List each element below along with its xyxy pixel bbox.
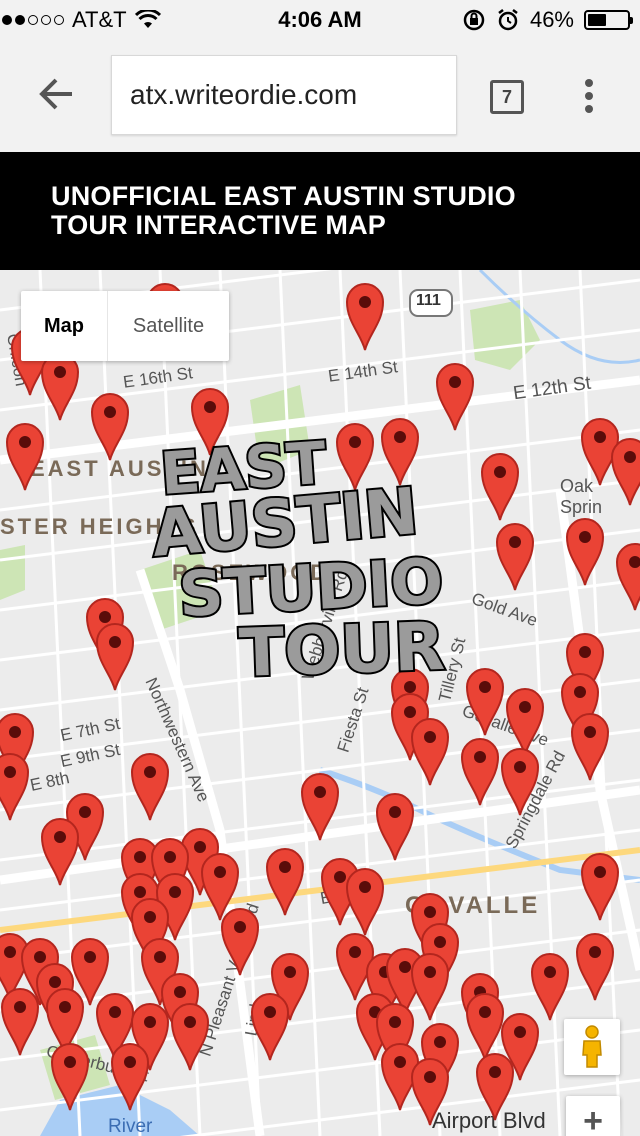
map-marker[interactable] xyxy=(505,688,545,756)
browser-toolbar: atx.writeordie.com 7 xyxy=(0,40,640,152)
map-marker[interactable] xyxy=(40,353,80,421)
map-marker[interactable] xyxy=(265,848,305,916)
site-header: UNOFFICIAL EAST AUSTIN STUDIO TOUR INTER… xyxy=(0,152,640,270)
battery-percent: 46% xyxy=(529,7,574,32)
map-marker[interactable] xyxy=(460,738,500,806)
alarm-icon xyxy=(498,9,518,31)
status-right: 46% xyxy=(462,7,633,33)
map-type-satellite-button[interactable]: Satellite xyxy=(108,291,229,361)
map-marker[interactable] xyxy=(250,993,290,1061)
map-marker[interactable] xyxy=(410,718,450,786)
map-marker[interactable] xyxy=(410,1058,450,1126)
map-marker[interactable] xyxy=(130,753,170,821)
back-arrow-icon[interactable] xyxy=(36,74,76,114)
battery-icon xyxy=(584,10,633,30)
map-marker[interactable] xyxy=(40,818,80,886)
map-marker[interactable] xyxy=(410,953,450,1021)
url-text: atx.writeordie.com xyxy=(130,79,358,110)
map-marker[interactable] xyxy=(5,423,45,491)
map-marker[interactable] xyxy=(375,793,415,861)
map-marker[interactable] xyxy=(0,753,30,821)
map-marker[interactable] xyxy=(345,868,385,936)
logo-word: TOUR xyxy=(238,608,446,688)
overflow-menu-icon[interactable] xyxy=(584,78,594,114)
map-marker[interactable] xyxy=(565,518,605,586)
map-marker[interactable] xyxy=(90,393,130,461)
map-type-control: Map Satellite xyxy=(21,291,229,361)
map-marker[interactable] xyxy=(530,953,570,1021)
map-marker[interactable] xyxy=(435,363,475,431)
marker-layer xyxy=(0,283,640,1126)
tab-switcher-button[interactable]: 7 xyxy=(490,80,524,114)
map-marker[interactable] xyxy=(610,438,640,506)
interactive-map[interactable]: 111 EAST AUSTIN STER HEIGHTS ROSEWOOD GO… xyxy=(0,270,640,1136)
map-marker[interactable] xyxy=(0,988,40,1056)
map-marker[interactable] xyxy=(570,713,610,781)
pegman-icon xyxy=(582,1025,602,1068)
map-marker[interactable] xyxy=(615,543,640,611)
map-marker[interactable] xyxy=(345,283,385,351)
rotation-lock-icon xyxy=(463,9,485,31)
street-view-pegman[interactable] xyxy=(564,1019,620,1075)
map-marker[interactable] xyxy=(500,748,540,816)
map-marker[interactable] xyxy=(465,993,505,1061)
page-title: UNOFFICIAL EAST AUSTIN STUDIO TOUR INTER… xyxy=(51,181,516,240)
map-marker[interactable] xyxy=(170,1003,210,1071)
zoom-in-button[interactable]: + xyxy=(566,1096,620,1136)
map-marker[interactable] xyxy=(220,908,260,976)
map-marker[interactable] xyxy=(50,1043,90,1111)
url-bar[interactable]: atx.writeordie.com xyxy=(111,55,457,135)
east-austin-studio-tour-logo: EAST AUSTIN STUDIO TOUR xyxy=(150,428,448,688)
map-type-map-button[interactable]: Map xyxy=(21,291,108,361)
map-marker[interactable] xyxy=(475,1053,515,1121)
map-marker[interactable] xyxy=(300,773,340,841)
map-marker[interactable] xyxy=(580,853,620,921)
map-marker[interactable] xyxy=(575,933,615,1001)
map-marker[interactable] xyxy=(95,623,135,691)
status-bar: AT&T 4:06 AM 46% xyxy=(0,0,640,40)
map-marker[interactable] xyxy=(110,1043,150,1111)
